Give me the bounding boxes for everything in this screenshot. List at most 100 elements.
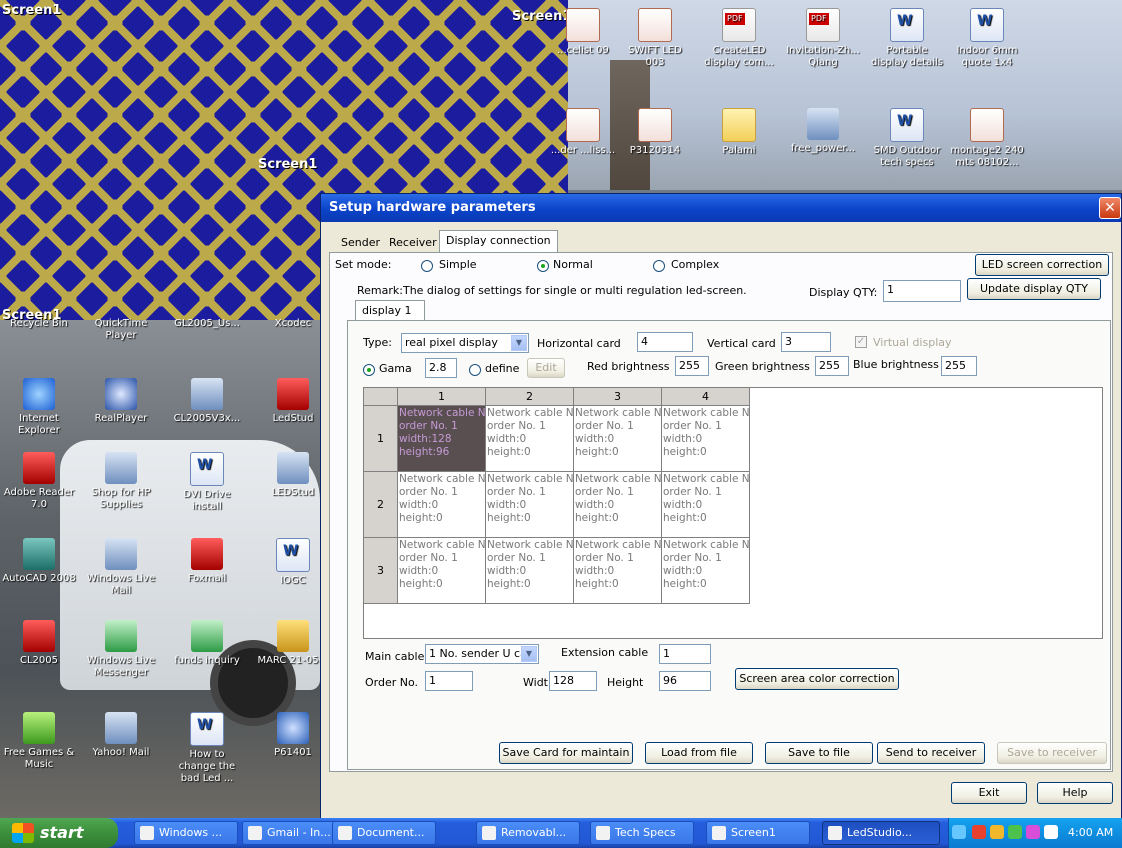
taskbar-button[interactable]: Removabl... <box>476 821 580 845</box>
type-select[interactable]: real pixel display ▼ <box>401 333 529 353</box>
desktop-icon[interactable]: Free Games & Music <box>2 712 76 771</box>
load-from-file-button[interactable]: Load from file <box>645 742 753 764</box>
save-to-receiver-button[interactable]: Save to receiver <box>997 742 1107 764</box>
virtual-display-checkbox[interactable]: ✓ <box>855 336 867 348</box>
desktop-icon[interactable]: How to change the bad Led ... <box>170 712 244 785</box>
grid-row-header[interactable]: 3 <box>364 538 398 604</box>
update-display-qty-button[interactable]: Update display QTY <box>967 278 1101 300</box>
height-input[interactable]: 96 <box>659 671 711 691</box>
tray-app-icon[interactable] <box>1044 825 1058 839</box>
taskbar-button[interactable]: Screen1 <box>706 821 810 845</box>
chevron-down-icon[interactable]: ▼ <box>521 646 537 662</box>
desktop-icon[interactable]: SWIFT LED 003 <box>618 8 692 69</box>
grid-cell[interactable]: Network cable Norder No. 1 width:0 height:… <box>662 472 750 538</box>
desktop-icon[interactable]: RealPlayer <box>84 378 158 425</box>
desktop-icon[interactable]: montage2 240 mts 08102... <box>950 108 1024 169</box>
red-brightness-input[interactable]: 255 <box>675 356 709 376</box>
desktop-icon[interactable]: free_power... <box>786 108 860 155</box>
green-brightness-input[interactable]: 255 <box>815 356 849 376</box>
save-card-for-maintain-button[interactable]: Save Card for maintain <box>499 742 633 764</box>
desktop-icon[interactable]: DVI Drive install <box>170 452 244 513</box>
desktop-icon[interactable]: CL2005 <box>2 620 76 667</box>
desktop-icon[interactable]: GL2005_Us... <box>170 318 244 330</box>
grid-column-header[interactable]: 2 <box>486 388 574 406</box>
help-button[interactable]: Help <box>1037 782 1113 804</box>
vertical-card-input[interactable]: 3 <box>781 332 831 352</box>
desktop-icon[interactable]: AutoCAD 2008 <box>2 538 76 585</box>
screen-area-color-correction-button[interactable]: Screen area color correction <box>735 668 899 690</box>
grid-column-header[interactable]: 3 <box>574 388 662 406</box>
desktop-icon[interactable]: Internet Explorer <box>2 378 76 437</box>
desktop-icon[interactable]: Yahoo! Mail <box>84 712 158 759</box>
grid-cell[interactable]: Network cable Norder No. 1 width:0 height:… <box>398 472 486 538</box>
desktop-icon[interactable]: LEDStud <box>256 452 330 499</box>
tab-sender[interactable]: Sender <box>335 233 386 253</box>
tray-app-icon[interactable] <box>1026 825 1040 839</box>
extension-cable-input[interactable]: 1 <box>659 644 711 664</box>
desktop-icon[interactable]: Windows Live Mail <box>84 538 158 597</box>
grid-row-header[interactable]: 1 <box>364 406 398 472</box>
desktop-icon[interactable]: Invitation-Zh... Qiang <box>786 8 860 69</box>
taskbar-button[interactable]: Document... <box>332 821 436 845</box>
tray-app-icon[interactable] <box>1008 825 1022 839</box>
gama-radio[interactable] <box>363 364 375 376</box>
grid-cell[interactable]: Network cable Norder No. 1 width:0 height:… <box>662 406 750 472</box>
desktop-icon[interactable]: SMD Outdoor tech specs <box>870 108 944 169</box>
taskbar-button[interactable]: Tech Specs <box>590 821 694 845</box>
desktop-icon[interactable]: CreateLED display com... <box>702 8 776 69</box>
close-icon[interactable]: ✕ <box>1099 197 1121 219</box>
desktop-icon[interactable]: CL2005V3x... <box>170 378 244 425</box>
desktop-icon[interactable]: Adobe Reader 7.0 <box>2 452 76 511</box>
desktop-icon[interactable]: LedStud <box>256 378 330 425</box>
grid-cell[interactable]: Network cable Norder No. 1 width:0 height:… <box>486 406 574 472</box>
order-no-input[interactable]: 1 <box>425 671 473 691</box>
tab-display-1[interactable]: display 1 <box>355 300 425 321</box>
grid-cell[interactable]: Network cable Norder No. 1 width:0 height:… <box>574 472 662 538</box>
tab-receiver[interactable]: Receiver <box>383 233 443 253</box>
gama-input[interactable]: 2.8 <box>425 358 457 378</box>
desktop-icon[interactable]: Xcodec <box>256 318 330 330</box>
chevron-down-icon[interactable]: ▼ <box>511 335 527 351</box>
display-qty-input[interactable]: 1 <box>883 280 961 302</box>
define-radio[interactable] <box>469 364 481 376</box>
desktop-icon[interactable]: ...celist 09 <box>546 8 620 57</box>
edit-button[interactable]: Edit <box>527 358 565 378</box>
desktop-icon[interactable]: Indoor 6mm quote 1x4 <box>950 8 1024 69</box>
mode-normal-radio[interactable] <box>537 260 549 272</box>
desktop-icon[interactable]: MARC 21-05-2 <box>256 620 330 667</box>
desktop-icon[interactable]: Windows Live Messenger <box>84 620 158 679</box>
grid-column-header[interactable]: 4 <box>662 388 750 406</box>
desktop-icon[interactable]: ...der ...liss... <box>546 108 620 157</box>
desktop-icon[interactable]: P61401 <box>256 712 330 759</box>
send-to-receiver-button[interactable]: Send to receiver <box>877 742 985 764</box>
desktop-icon[interactable]: Foxmail <box>170 538 244 585</box>
mode-simple-radio[interactable] <box>421 260 433 272</box>
desktop-icon[interactable]: Portable display details <box>870 8 944 69</box>
taskbar-button[interactable]: Windows ... <box>134 821 238 845</box>
save-to-file-button[interactable]: Save to file <box>765 742 873 764</box>
grid-cell[interactable]: Network cable Norder No. 1 width:0 height:… <box>662 538 750 604</box>
desktop-icon[interactable]: P3120314 <box>618 108 692 157</box>
desktop-icon[interactable]: QuickTime Player <box>84 318 158 342</box>
grid-cell[interactable]: Network cable Norder No. 1 width:0 height:… <box>486 538 574 604</box>
taskbar-button[interactable]: LedStudio... <box>822 821 940 845</box>
blue-brightness-input[interactable]: 255 <box>941 356 977 376</box>
tray-arrow-icon[interactable] <box>952 825 966 839</box>
desktop-icon[interactable]: funds inquiry <box>170 620 244 667</box>
tray-app-icon[interactable] <box>990 825 1004 839</box>
desktop-icon[interactable]: IOGC <box>256 538 330 587</box>
grid-cell[interactable]: Network cable Norder No. 1 width:128 heigh… <box>398 406 486 472</box>
desktop-icon[interactable]: Recycle Bin <box>2 318 76 330</box>
grid-cell[interactable]: Network cable Norder No. 1 width:0 height:… <box>574 406 662 472</box>
horizontal-card-input[interactable]: 4 <box>637 332 693 352</box>
taskbar-button[interactable]: Gmail - In... <box>242 821 346 845</box>
grid-cell[interactable]: Network cable Norder No. 1 width:0 height:… <box>486 472 574 538</box>
width-input[interactable]: 128 <box>549 671 597 691</box>
grid-cell[interactable]: Network cable Norder No. 1 width:0 height:… <box>574 538 662 604</box>
main-cable-select[interactable]: 1 No. sender U cat ▼ <box>425 644 539 664</box>
exit-button[interactable]: Exit <box>951 782 1027 804</box>
mode-complex-radio[interactable] <box>653 260 665 272</box>
led-screen-correction-button[interactable]: LED screen correction <box>975 254 1109 276</box>
grid-cell[interactable]: Network cable Norder No. 1 width:0 height:… <box>398 538 486 604</box>
tab-display-connection[interactable]: Display connection <box>439 230 558 253</box>
